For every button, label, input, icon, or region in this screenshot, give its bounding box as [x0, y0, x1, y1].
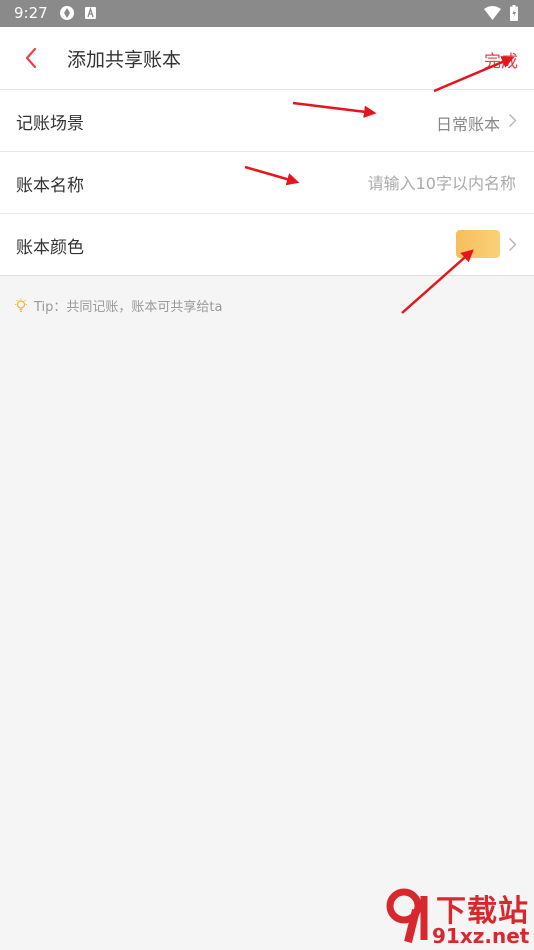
watermark-logo-icon — [386, 888, 428, 943]
watermark-url: 91xz.net — [432, 924, 530, 948]
chevron-right-icon — [509, 238, 517, 251]
page-title: 添加共享账本 — [67, 49, 182, 71]
a-icon — [85, 7, 96, 19]
name-row: 账本名称 — [0, 152, 534, 214]
tip-line: Tip：共同记账，账本可共享给ta — [14, 296, 222, 315]
scene-value: 日常账本 — [435, 115, 500, 134]
wifi-icon — [484, 6, 501, 20]
color-swatch[interactable] — [456, 230, 500, 258]
scene-label: 记账场景 — [16, 114, 84, 134]
chevron-right-icon — [509, 114, 517, 127]
back-chevron-icon[interactable] — [22, 46, 40, 70]
done-button[interactable]: 完成 — [484, 47, 518, 72]
color-row[interactable]: 账本颜色 — [0, 214, 534, 276]
app-icon — [60, 6, 74, 20]
scene-row[interactable]: 记账场景 日常账本 — [0, 90, 534, 152]
ledger-form: 记账场景 日常账本 账本名称 账本颜色 — [0, 90, 534, 276]
name-label: 账本名称 — [16, 176, 84, 196]
tip-text: Tip：共同记账，账本可共享给ta — [34, 300, 223, 315]
site-watermark: 下载站 91xz.net — [386, 880, 534, 950]
status-time: 9:27 — [14, 4, 48, 22]
lightbulb-icon — [15, 298, 27, 313]
status-bar: 9:27 — [0, 0, 534, 27]
battery-icon — [510, 5, 518, 21]
ledger-name-input[interactable] — [254, 167, 518, 199]
app-header: 添加共享账本 完成 — [0, 27, 534, 90]
color-label: 账本颜色 — [16, 238, 84, 258]
